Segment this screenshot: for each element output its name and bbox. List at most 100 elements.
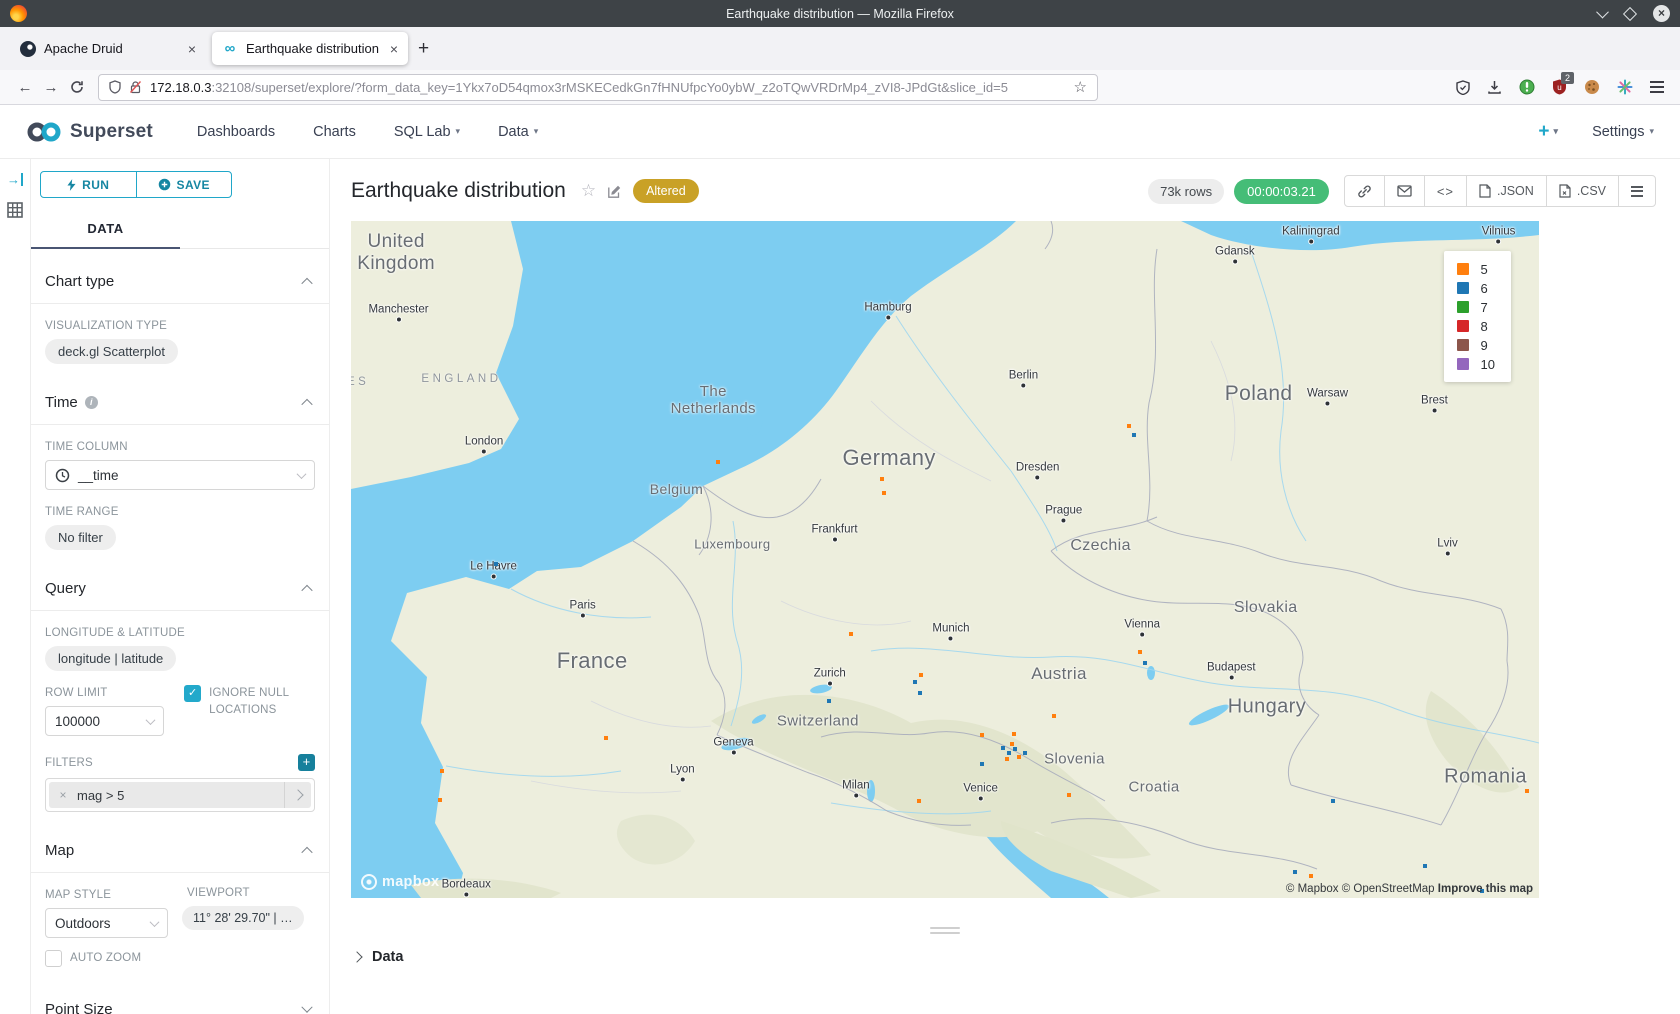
row-limit-select[interactable]: 100000 xyxy=(45,706,164,736)
browser-tab[interactable]: ∞Earthquake distribution× xyxy=(212,32,408,65)
tab-data[interactable]: DATA xyxy=(31,212,180,249)
legend-swatch xyxy=(1457,339,1469,351)
deckgl-map[interactable]: United KingdomThe NetherlandsBelgiumLuxe… xyxy=(351,221,1539,898)
insecure-lock-icon[interactable] xyxy=(129,80,142,94)
view-query-button[interactable]: <> xyxy=(1424,176,1466,206)
nav-item-sql-lab[interactable]: SQL Lab▾ xyxy=(394,124,460,140)
chevron-down-icon xyxy=(301,1001,312,1012)
legend-entry: 8 xyxy=(1457,318,1495,334)
scatter-point xyxy=(438,798,442,802)
file-icon xyxy=(1479,184,1491,198)
tracking-shield-icon[interactable] xyxy=(109,80,121,94)
window-maximize-icon[interactable] xyxy=(1623,6,1637,20)
chart-control-panel: RUN SAVE DATA Chart type VISUALIZATION T… xyxy=(31,159,330,1014)
browser-menu-icon[interactable] xyxy=(1650,81,1664,93)
scatter-point xyxy=(1005,757,1009,761)
window-close-icon[interactable]: × xyxy=(1653,5,1670,22)
tab-close-icon[interactable]: × xyxy=(188,41,196,57)
new-tab-button[interactable]: + xyxy=(418,38,429,60)
export-csv-button[interactable]: .CSV xyxy=(1546,176,1618,206)
map-attribution: © Mapbox © OpenStreetMap Improve this ma… xyxy=(1286,883,1533,895)
altered-badge[interactable]: Altered xyxy=(633,179,699,203)
scatter-point xyxy=(1010,742,1014,746)
dataset-grid-icon[interactable] xyxy=(7,202,23,223)
ignore-null-checkbox[interactable]: ✓ xyxy=(184,685,201,702)
window-minimize-icon[interactable] xyxy=(1596,6,1609,19)
settings-menu[interactable]: Settings▾ xyxy=(1592,124,1654,140)
lonlat-pill[interactable]: longitude | latitude xyxy=(45,646,176,671)
viz-type-pill[interactable]: deck.gl Scatterplot xyxy=(45,339,178,364)
email-button[interactable] xyxy=(1384,176,1424,206)
query-timer-badge: 00:00:03.21 xyxy=(1234,179,1329,204)
auto-zoom-checkbox[interactable] xyxy=(45,950,62,967)
scatter-point xyxy=(1138,650,1142,654)
scatter-point xyxy=(1023,751,1027,755)
osm-attribution-link[interactable]: © OpenStreetMap xyxy=(1342,883,1435,895)
mapbox-logo[interactable]: mapbox xyxy=(361,874,439,890)
tab-close-icon[interactable]: × xyxy=(390,41,398,57)
mapbox-attribution-link[interactable]: © Mapbox xyxy=(1286,883,1339,895)
bookmark-star-icon[interactable]: ☆ xyxy=(1074,78,1087,96)
scatter-point xyxy=(1007,751,1011,755)
chart-menu-button[interactable] xyxy=(1618,176,1655,206)
improve-map-link[interactable]: Improve this map xyxy=(1438,883,1533,895)
row-count-badge: 73k rows xyxy=(1148,179,1224,204)
filters-label: FILTERS + xyxy=(40,754,315,771)
chevron-up-icon xyxy=(301,846,312,857)
section-point-size[interactable]: Point Size xyxy=(40,967,315,1014)
left-icon-rail: → xyxy=(0,159,31,1014)
scatter-point xyxy=(1525,789,1529,793)
clock-icon xyxy=(55,468,70,483)
scatter-point xyxy=(1127,424,1131,428)
export-json-button[interactable]: .JSON xyxy=(1466,176,1546,206)
extension-green-icon[interactable] xyxy=(1519,79,1535,95)
new-chart-button[interactable]: +▾ xyxy=(1538,121,1558,143)
edit-properties-icon[interactable] xyxy=(607,184,622,199)
filter-expand-icon[interactable] xyxy=(284,782,311,808)
section-query[interactable]: Query xyxy=(40,550,315,610)
share-link-button[interactable] xyxy=(1345,176,1384,206)
panel-tabs: DATA xyxy=(31,212,329,249)
scatter-point xyxy=(604,736,608,740)
back-button[interactable]: ← xyxy=(12,74,38,100)
chevron-right-icon xyxy=(351,951,362,962)
section-map[interactable]: Map xyxy=(40,812,315,872)
forward-button[interactable]: → xyxy=(38,74,64,100)
scatter-point xyxy=(917,799,921,803)
ignore-null-label: IGNORE NULL LOCATIONS xyxy=(209,685,315,719)
time-range-pill[interactable]: No filter xyxy=(45,525,116,550)
scatter-point xyxy=(1331,799,1335,803)
data-panel-toggle[interactable]: Data xyxy=(353,949,403,965)
nav-item-dashboards[interactable]: Dashboards xyxy=(197,124,275,140)
browser-tab[interactable]: Apache Druid× xyxy=(10,32,206,65)
reload-button[interactable] xyxy=(64,74,90,100)
protections-shield-icon[interactable] xyxy=(1456,80,1470,95)
map-style-select[interactable]: Outdoors xyxy=(45,908,168,938)
section-chart-type[interactable]: Chart type xyxy=(40,249,315,303)
expand-datasource-panel-icon[interactable]: → xyxy=(7,173,23,186)
remove-filter-icon[interactable]: × xyxy=(49,788,77,802)
filter-pill[interactable]: × mag > 5 xyxy=(49,782,311,808)
add-filter-button[interactable]: + xyxy=(298,754,315,771)
save-button[interactable]: SAVE xyxy=(136,172,232,197)
time-column-select[interactable]: __time xyxy=(45,460,315,490)
adblock-shield-icon[interactable]: u 2 xyxy=(1552,79,1567,95)
chevron-up-icon xyxy=(301,584,312,595)
run-button[interactable]: RUN xyxy=(41,172,136,197)
superset-navbar: Superset Dashboards Charts SQL Lab▾ Data▾ +… xyxy=(0,105,1680,159)
url-bar[interactable]: 172.18.0.3:32108/superset/explore/?form_… xyxy=(98,74,1098,101)
chevron-down-icon: ▾ xyxy=(456,126,461,137)
scatter-point xyxy=(1001,746,1005,750)
favorite-star-icon[interactable]: ☆ xyxy=(581,181,596,201)
container-asterisk-icon[interactable] xyxy=(1617,79,1633,95)
section-time[interactable]: Time i xyxy=(40,364,315,424)
nav-item-data[interactable]: Data▾ xyxy=(498,124,538,140)
download-icon[interactable] xyxy=(1487,80,1502,95)
superset-logo[interactable]: Superset xyxy=(26,121,153,143)
chevron-down-icon xyxy=(150,917,160,927)
scatter-point xyxy=(1143,661,1147,665)
cookie-icon[interactable] xyxy=(1584,79,1600,95)
nav-item-charts[interactable]: Charts xyxy=(313,124,356,140)
panel-resize-handle[interactable] xyxy=(930,927,960,934)
viewport-pill[interactable]: 11° 28' 29.70" | 50... xyxy=(182,906,304,930)
